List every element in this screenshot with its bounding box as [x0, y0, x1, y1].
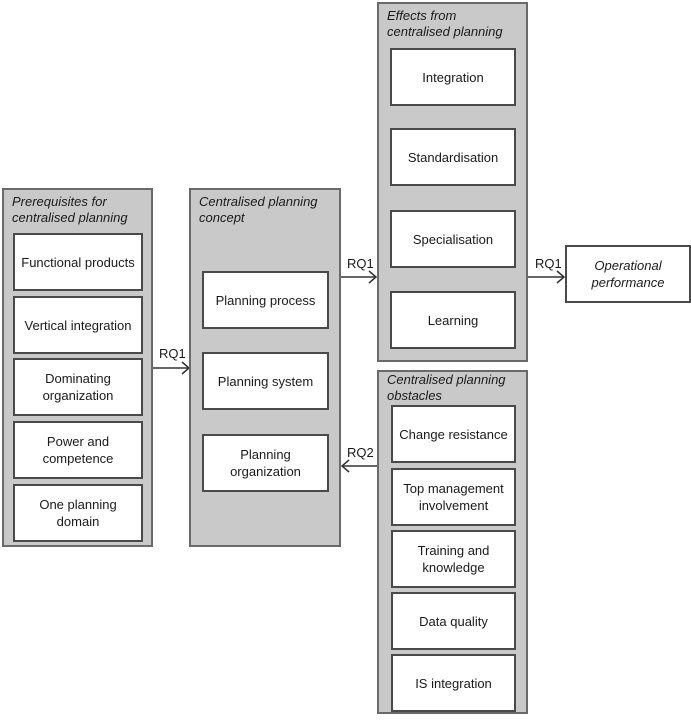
panel-title: Centralised planning obstacles: [387, 372, 506, 403]
panel-title: Centralised planning concept: [199, 194, 318, 225]
prereq-box: Power and competence: [13, 421, 143, 479]
prereq-box: One planning domain: [13, 484, 143, 542]
concept-box: Planning system: [202, 352, 329, 410]
arrow-obstacles-to-concept: [340, 459, 377, 473]
arrow-label-rq1-b: RQ1: [347, 256, 374, 271]
operational-performance-box: Operational performance: [565, 245, 691, 303]
arrow-label-rq2: RQ2: [347, 445, 374, 460]
concept-panel: Centralised planning concept Planning pr…: [189, 188, 341, 547]
panel-title: Prerequisites for centralised planning: [12, 194, 128, 225]
prereq-box: Vertical integration: [13, 296, 143, 354]
panel-title: Effects from centralised planning: [387, 8, 503, 39]
prereq-box: Dominating organization: [13, 358, 143, 416]
arrow-prereq-to-concept: [152, 361, 191, 375]
effects-box: Specialisation: [390, 210, 516, 268]
obstacle-box: Training and knowledge: [391, 530, 516, 588]
arrow-concept-to-effects: [340, 270, 378, 284]
effects-box: Learning: [390, 291, 516, 349]
concept-box: Planning organization: [202, 434, 329, 492]
effects-box: Integration: [390, 48, 516, 106]
arrow-label-rq1-a: RQ1: [159, 346, 186, 361]
prerequisites-panel: Prerequisites for centralised planning F…: [2, 188, 153, 547]
arrow-label-rq1-c: RQ1: [535, 256, 562, 271]
effects-box: Standardisation: [390, 128, 516, 186]
obstacle-box: IS integration: [391, 654, 516, 712]
diagram: RQ1 RQ1 RQ1 RQ2 Prerequisites for centra…: [0, 0, 691, 723]
concept-box: Planning process: [202, 271, 329, 329]
arrow-effects-to-outcome: [527, 270, 566, 284]
obstacles-panel: Centralised planning obstacles Change re…: [377, 370, 528, 714]
effects-panel: Effects from centralised planning Integr…: [377, 2, 528, 362]
obstacle-box: Change resistance: [391, 405, 516, 463]
obstacle-box: Data quality: [391, 592, 516, 650]
obstacle-box: Top management involvement: [391, 468, 516, 526]
prereq-box: Functional products: [13, 233, 143, 291]
